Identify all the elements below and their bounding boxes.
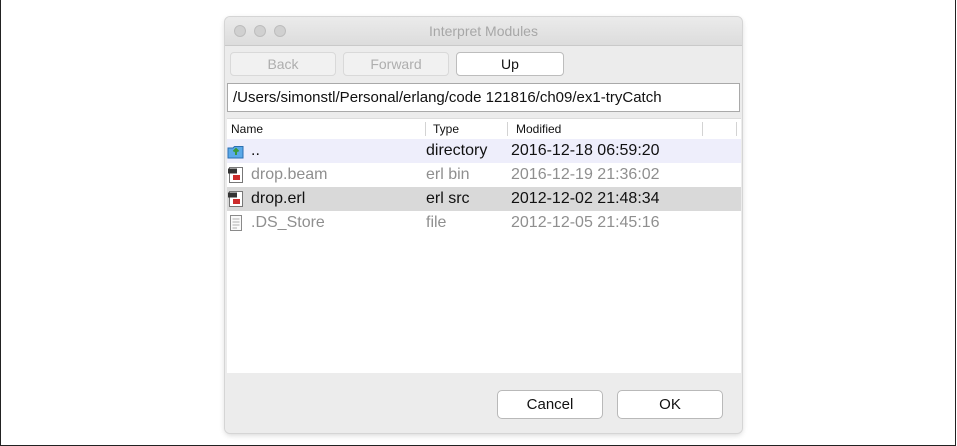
file-name: drop.beam — [251, 166, 328, 183]
file-type: directory — [426, 142, 488, 159]
column-separator — [736, 122, 737, 136]
column-separator — [702, 122, 703, 136]
path-field[interactable]: /Users/simonstl/Personal/erlang/code 121… — [227, 83, 740, 112]
file-name: drop.erl — [251, 190, 306, 207]
file-name: .. — [251, 142, 260, 159]
list-header: Name Type Modified — [227, 119, 741, 139]
file-type: file — [426, 214, 447, 231]
column-header-modified[interactable]: Modified — [516, 119, 561, 139]
forward-button[interactable]: Forward — [343, 52, 449, 76]
beam-file-icon — [228, 167, 243, 183]
ok-button[interactable]: OK — [617, 390, 723, 419]
column-header-name[interactable]: Name — [231, 119, 263, 139]
file-list[interactable]: Name Type Modified .. directory 2016-12-… — [227, 118, 741, 373]
file-modified: 2016-12-19 21:36:02 — [511, 166, 660, 183]
file-type: erl src — [426, 190, 470, 207]
back-button[interactable]: Back — [230, 52, 336, 76]
title-bar: Interpret Modules — [225, 17, 742, 46]
column-header-type[interactable]: Type — [433, 119, 459, 139]
list-item[interactable]: drop.beam erl bin 2016-12-19 21:36:02 — [227, 163, 741, 187]
file-modified: 2012-12-05 21:45:16 — [511, 214, 660, 231]
column-separator — [425, 122, 426, 136]
folder-up-icon — [227, 146, 244, 159]
list-item[interactable]: drop.erl erl src 2012-12-02 21:48:34 — [227, 187, 741, 211]
up-button[interactable]: Up — [456, 52, 564, 76]
cancel-button[interactable]: Cancel — [497, 390, 603, 419]
window-title: Interpret Modules — [429, 23, 538, 39]
file-type: erl bin — [426, 166, 470, 183]
erl-file-icon — [228, 191, 243, 207]
document-icon — [230, 215, 242, 231]
list-item[interactable]: .. directory 2016-12-18 06:59:20 — [227, 139, 741, 163]
interpret-modules-dialog: Interpret Modules Back Forward Up /Users… — [225, 17, 742, 433]
file-name: .DS_Store — [251, 214, 325, 231]
file-modified: 2012-12-02 21:48:34 — [511, 190, 660, 207]
list-item[interactable]: .DS_Store file 2012-12-05 21:45:16 — [227, 211, 741, 235]
column-separator — [507, 122, 508, 136]
file-modified: 2016-12-18 06:59:20 — [511, 142, 660, 159]
